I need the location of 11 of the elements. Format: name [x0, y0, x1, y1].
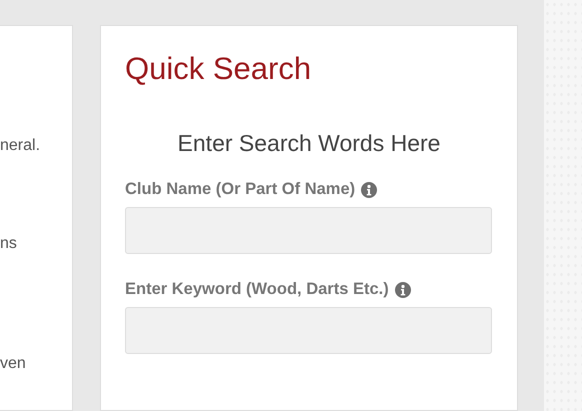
section-title: Quick Search — [125, 50, 312, 88]
info-icon[interactable] — [394, 282, 411, 298]
text-fragment: ven — [0, 354, 26, 374]
input-field[interactable] — [125, 307, 492, 354]
field-label: Club Name (Or Part Of Name) — [125, 180, 356, 199]
field-label: Enter Keyword (Wood, Darts Etc.) — [125, 280, 389, 299]
text-fragment: neral. — [0, 136, 40, 156]
info-icon[interactable] — [361, 182, 378, 198]
search-heading: Enter Search Words Here — [178, 130, 440, 157]
input-field[interactable] — [125, 207, 492, 254]
text-fragment: ns — [0, 234, 17, 254]
